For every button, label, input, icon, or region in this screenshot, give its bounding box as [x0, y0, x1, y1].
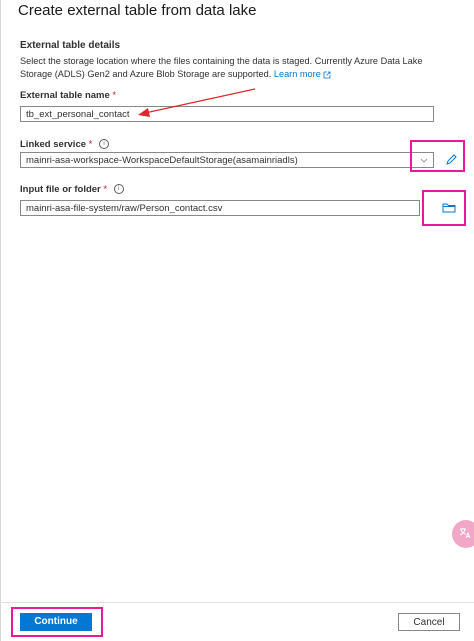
input-path-label: Input file or folder * i	[20, 184, 124, 195]
linked-service-label: Linked service * i	[20, 139, 109, 150]
page-title: Create external table from data lake	[18, 2, 257, 19]
input-path-field[interactable]: mainri-asa-file-system/raw/Person_contac…	[20, 200, 420, 216]
required-marker: *	[88, 139, 93, 150]
footer-divider	[0, 602, 474, 603]
table-name-label-text: External table name	[20, 90, 110, 101]
info-icon[interactable]: i	[99, 139, 109, 150]
highlight-box-linked-service	[410, 140, 465, 172]
required-marker: *	[112, 90, 117, 101]
description-text: Select the storage location where the fi…	[20, 56, 423, 79]
panel-left-border	[0, 0, 1, 641]
linked-service-select[interactable]: mainri-asa-workspace-WorkspaceDefaultSto…	[20, 152, 434, 168]
input-path-label-text: Input file or folder	[20, 184, 101, 195]
external-link-icon	[323, 71, 331, 78]
linked-service-label-text: Linked service	[20, 139, 87, 150]
required-marker: *	[103, 184, 108, 195]
highlight-box-continue	[11, 607, 103, 637]
table-name-input[interactable]: tb_ext_personal_contact	[20, 106, 434, 122]
info-icon[interactable]: i	[113, 184, 124, 195]
translate-glyph	[459, 528, 471, 539]
section-description: Select the storage location where the fi…	[20, 55, 450, 81]
highlight-box-input-path	[422, 190, 466, 226]
section-title: External table details	[20, 40, 121, 51]
linked-service-value: mainri-asa-workspace-WorkspaceDefaultSto…	[26, 155, 298, 166]
cancel-button[interactable]: Cancel	[398, 613, 460, 631]
learn-more-link[interactable]: Learn more	[274, 69, 321, 79]
table-name-label: External table name *	[20, 90, 116, 101]
translate-icon[interactable]	[452, 520, 474, 548]
